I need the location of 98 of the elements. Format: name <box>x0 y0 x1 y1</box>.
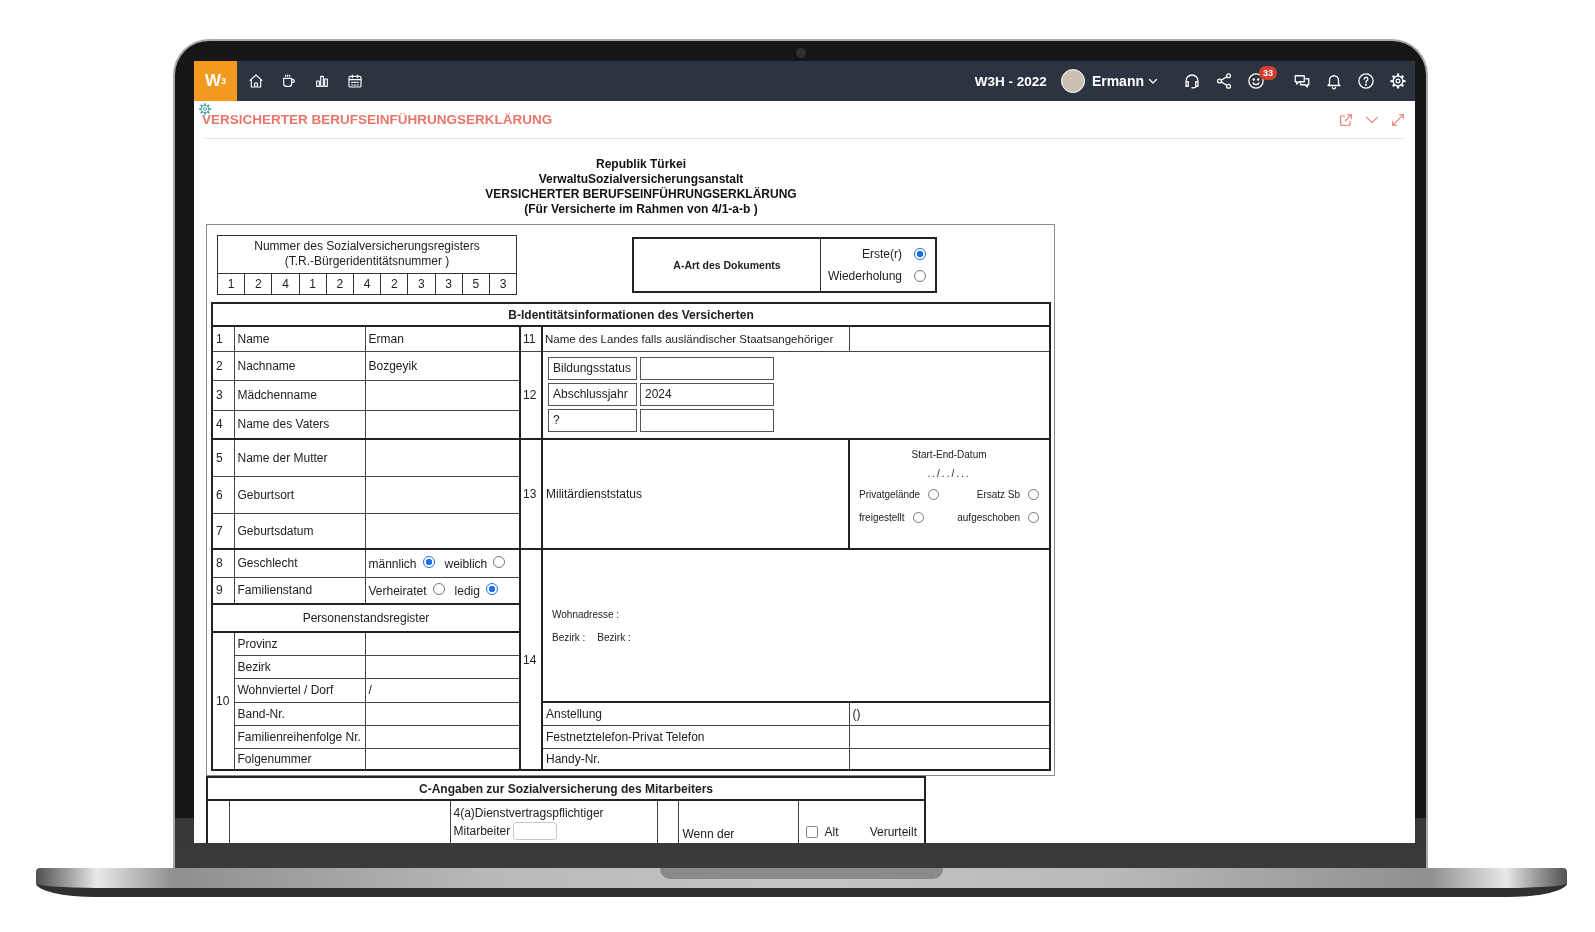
row-number: 11 <box>520 326 542 351</box>
option-label: Privatgelände <box>859 489 921 500</box>
field-label: ? <box>548 408 637 432</box>
radio-button[interactable] <box>432 582 445 595</box>
period-button[interactable]: W3H - 2022 <box>974 73 1047 89</box>
headset-icon[interactable] <box>1183 72 1201 90</box>
field-label: Name der Mutter <box>234 439 365 476</box>
option-label: freigestellt <box>859 512 905 523</box>
radio-button[interactable] <box>485 582 498 595</box>
digit-cell: 3 <box>488 274 517 294</box>
field-label: Abschlussjahr <box>548 382 637 406</box>
digit-cell: 4 <box>271 274 299 294</box>
user-menu-button[interactable]: Ermann <box>1091 73 1159 89</box>
chat-icon[interactable] <box>1293 72 1311 90</box>
digit-cell: 3 <box>434 274 462 294</box>
row-number: 1 <box>212 326 234 351</box>
option-label: weiblich <box>444 556 488 571</box>
field-label: Wenn der <box>682 827 735 841</box>
avatar-placeholder[interactable] <box>1060 69 1085 93</box>
page-title: VERSICHERTER BERUFSEINFÜHRUNGSERKLÄRUNG <box>202 112 554 127</box>
field-label: Anstellung <box>542 702 849 725</box>
input-field[interactable] <box>513 822 558 840</box>
field-label: Mädchenname <box>234 380 365 410</box>
form-heading: Republik Türkei <box>595 157 687 172</box>
digit-cell: 4 <box>352 274 381 294</box>
calendar-icon[interactable] <box>347 73 363 89</box>
digit-cell: 1 <box>298 274 326 294</box>
field-label: Name des Landes falls ausländischer Staatsangehöriger <box>542 326 849 351</box>
field-label: Wohnadresse : <box>552 608 621 620</box>
field-label: Geburtsort <box>234 476 365 513</box>
row-number: 2 <box>212 351 234 380</box>
row-number: 6 <box>212 476 234 513</box>
row-number: 14 <box>520 549 542 770</box>
document-type-label: A-Art des Dokuments <box>634 239 821 291</box>
field-label: Name <box>234 326 365 351</box>
checkbox[interactable] <box>805 826 818 838</box>
form-heading: VERSICHERTER BERUFSEINFÜHRUNGSERKLÄRUNG <box>484 187 798 202</box>
registry-subtitle: (T.R.-Bürgeridentitätsnummer ) <box>283 254 451 269</box>
bell-icon[interactable] <box>1325 72 1343 90</box>
webcam-icon <box>795 48 806 58</box>
option-label: Verheiratet <box>368 583 427 598</box>
field-label: Verurteilt <box>869 825 917 839</box>
subsection-title: Personenstandsregister <box>212 604 520 632</box>
field-label: Band-Nr. <box>234 702 365 725</box>
digit-cell-text: 1 <box>226 276 236 293</box>
digit-cell: 2 <box>325 274 353 294</box>
field-label: Festnetztelefon-Privat Telefon <box>542 725 849 748</box>
export-icon[interactable] <box>1338 111 1354 128</box>
registry-title: Nummer des Sozialversicherungsregisters <box>253 239 481 254</box>
field-label: Provinz <box>234 632 365 655</box>
field-label: Mitarbeiter <box>453 824 511 838</box>
option-label: ledig <box>454 583 480 598</box>
digit-cell: 3 <box>407 274 435 294</box>
form-heading: (Für Versicherte im Rahmen von 4/1-a-b ) <box>523 202 759 217</box>
field-label: Bezirk <box>234 655 365 678</box>
radio-button[interactable] <box>1028 489 1040 500</box>
radio-button[interactable] <box>912 512 924 523</box>
option-label: Erste(r) <box>862 247 902 261</box>
field-value: () <box>849 702 1051 725</box>
field-label: Bildungsstatus <box>548 356 637 380</box>
bar-chart-icon[interactable] <box>314 73 330 89</box>
radio-button[interactable] <box>493 555 506 568</box>
share-icon[interactable] <box>1215 72 1233 90</box>
field-label: 4(a)Dienstvertragspflichtiger <box>453 806 605 821</box>
option-label: Ersatz Sb <box>976 489 1021 500</box>
field-label: Nachname <box>234 351 365 380</box>
date-value: ../../... <box>926 468 972 479</box>
radio-button[interactable] <box>928 489 940 500</box>
digit-cell: 2 <box>244 274 272 294</box>
date-label: Start-End-Datum <box>910 449 988 460</box>
digit-cell: 2 <box>380 274 408 294</box>
home-icon[interactable] <box>248 73 264 89</box>
option-label: aufgeschoben <box>957 512 1021 523</box>
row-number: 12 <box>520 351 542 439</box>
field-value: 2024 <box>640 382 774 406</box>
field-label: Wohnviertel / Dorf <box>234 678 365 702</box>
field-label: Bezirk : <box>597 631 631 643</box>
form-heading: VerwaltuSozialversicherungsanstalt <box>537 172 745 187</box>
field-label: Familienreihenfolge Nr. <box>234 725 365 748</box>
row-number: 13 <box>520 439 542 549</box>
row-number: 8 <box>212 549 234 577</box>
field-label: Geschlecht <box>234 549 365 577</box>
help-icon[interactable] <box>1357 72 1375 90</box>
notification-badge: 33 <box>1259 66 1277 80</box>
expand-icon[interactable] <box>1390 111 1406 128</box>
radio-button[interactable] <box>422 555 435 568</box>
row-number: 5 <box>212 439 234 476</box>
radio-button[interactable] <box>914 248 926 260</box>
mug-icon[interactable] <box>281 73 297 89</box>
option-label: Alt <box>824 825 840 839</box>
option-label: männlich <box>368 556 417 571</box>
radio-button[interactable] <box>914 270 926 282</box>
smiley-icon[interactable] <box>1247 72 1265 90</box>
radio-button[interactable] <box>1028 512 1040 523</box>
option-label: Wiederholung <box>827 269 902 283</box>
row-number: 3 <box>212 380 234 410</box>
digit-cell: 5 <box>461 274 489 294</box>
field-label: Bezirk : <box>552 631 586 643</box>
